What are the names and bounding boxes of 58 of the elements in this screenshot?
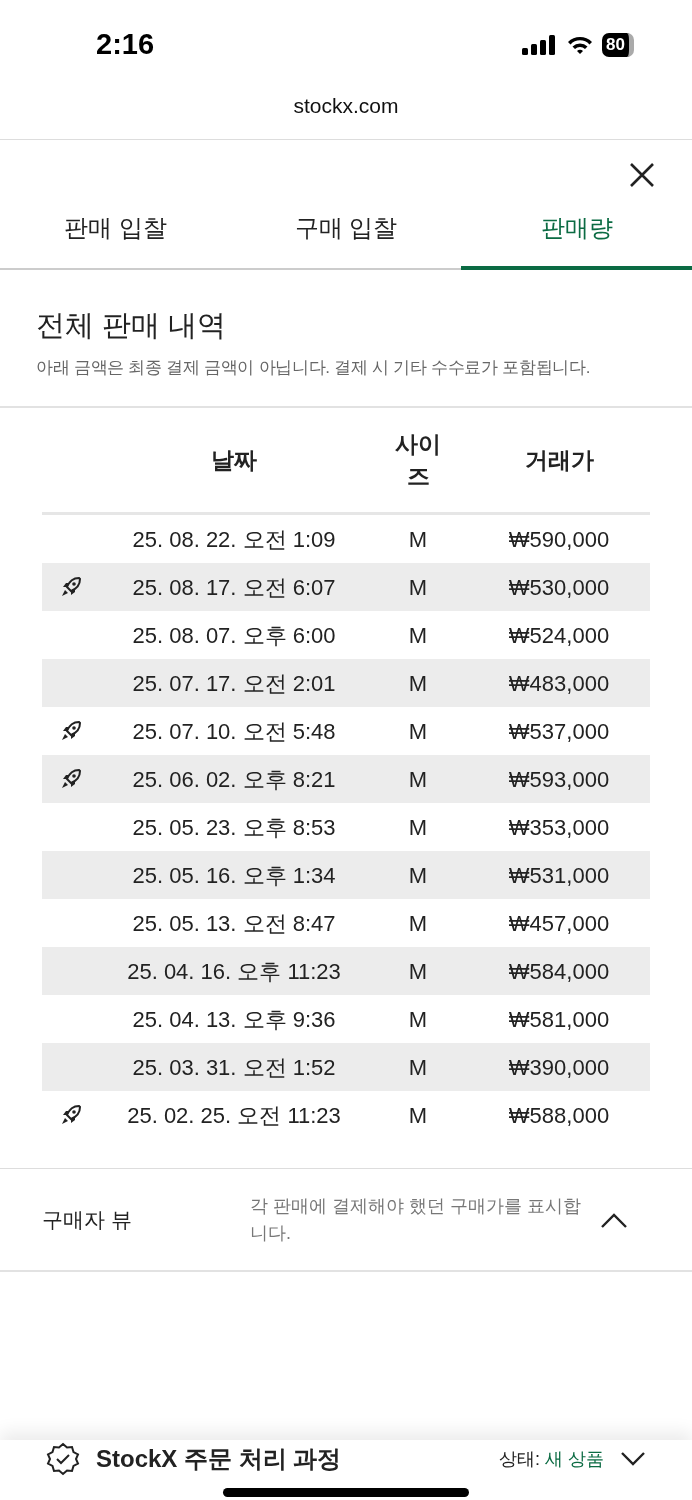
tab[interactable]: 판매 입찰 (0, 210, 231, 270)
table-cell: 25. 05. 16. 오후 1:34 (132, 862, 336, 888)
table-cell: M (408, 766, 428, 792)
section-title: 전체 판매 내역 (36, 308, 228, 343)
table-cell: M (408, 814, 428, 840)
wifi-icon (566, 35, 595, 55)
table-cell: ₩581,000 (508, 1006, 610, 1032)
buyer-view-label: 구매자 뷰 (42, 1207, 133, 1234)
table-cell: M (408, 670, 428, 696)
table-cell: 25. 08. 07. 오후 6:00 (132, 622, 336, 648)
table-cell: 25. 05. 13. 오전 8:47 (132, 910, 336, 936)
table-cell: 25. 02. 25. 오전 11:23 (127, 1102, 341, 1128)
table-cell: 25. 07. 17. 오전 2:01 (132, 670, 336, 696)
table-cell: ₩390,000 (508, 1054, 610, 1080)
table-cell: M (408, 526, 428, 552)
table-cell: M (408, 1054, 428, 1080)
tab[interactable]: 구매 입찰 (230, 210, 462, 270)
table-cell: M (408, 910, 428, 936)
column-header: 날짜 (211, 447, 257, 474)
table-cell: ₩457,000 (508, 910, 610, 936)
table-cell: M (408, 574, 428, 600)
table-cell: M (408, 958, 428, 984)
table-cell: 25. 08. 17. 오전 6:07 (132, 574, 336, 600)
table-cell: ₩530,000 (508, 574, 610, 600)
battery-indicator: 80 (602, 33, 634, 57)
verified-badge-icon (46, 1442, 80, 1476)
column-header: 거래가 (524, 447, 594, 474)
table-cell: M (408, 1102, 428, 1128)
table-cell: ₩590,000 (508, 526, 610, 552)
table-cell: 25. 03. 31. 오전 1:52 (132, 1054, 336, 1080)
footer-title[interactable]: StockX 주문 처리 과정 (96, 1441, 342, 1477)
chevron-down-icon[interactable] (620, 1451, 646, 1467)
status-time: 2:16 (96, 27, 155, 63)
table-cell: 25. 04. 16. 오후 11:23 (127, 958, 341, 984)
table-cell: 25. 06. 02. 오후 8:21 (132, 766, 336, 792)
tab[interactable]: 판매량 (461, 210, 692, 270)
column-header: 사이즈 (395, 430, 441, 492)
table-cell: ₩593,000 (508, 766, 610, 792)
table-cell: ₩531,000 (508, 862, 610, 888)
close-button[interactable] (628, 161, 656, 189)
status-text: 상태: 새 상품 (498, 1447, 604, 1471)
table-cell: ₩524,000 (508, 622, 610, 648)
section-note: 아래 금액은 최종 결제 금액이 아닙니다. 결제 시 기타 수수료가 포함됩니다. (36, 356, 592, 379)
table-cell: 25. 05. 23. 오후 8:53 (132, 814, 336, 840)
url-text[interactable]: stockx.com (293, 90, 399, 122)
table-cell: ₩483,000 (508, 670, 610, 696)
table-cell: 25. 07. 10. 오전 5:48 (132, 718, 336, 744)
table-cell: 25. 04. 13. 오후 9:36 (132, 1006, 336, 1032)
buyer-view-description: 각 판매에 결제해야 했던 구매가를 표시합니다. (250, 1194, 582, 1245)
table-cell: ₩537,000 (508, 718, 610, 744)
table-cell: M (408, 1006, 428, 1032)
table-cell: ₩353,000 (508, 814, 610, 840)
table-cell: 25. 08. 22. 오전 1:09 (132, 526, 336, 552)
table-cell: M (408, 622, 428, 648)
table-cell: M (408, 718, 428, 744)
table-cell: M (408, 862, 428, 888)
table-cell: ₩588,000 (508, 1102, 610, 1128)
table-cell: ₩584,000 (508, 958, 610, 984)
